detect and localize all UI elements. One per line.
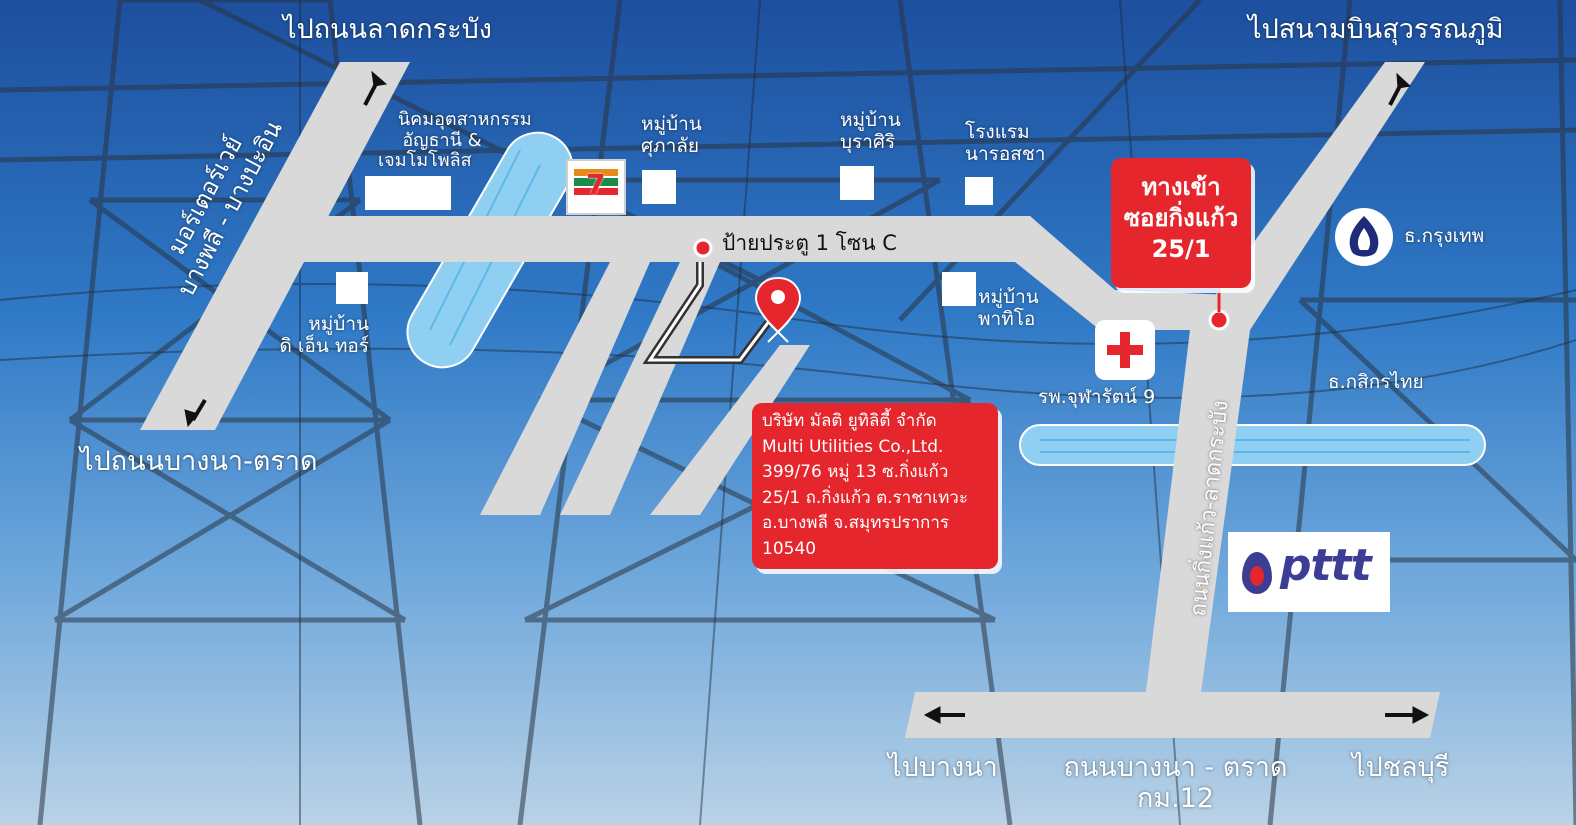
address-line2: Multi Utilities Co.,Ltd. (762, 436, 944, 457)
seven-eleven-logo: 7 (566, 159, 626, 215)
label-to-chonburi: ไปชลบุรี (1352, 752, 1450, 783)
label-to-lat-krabang: ไปถนนลาดกระบัง (283, 14, 492, 45)
road-bangna-trat (905, 692, 1440, 738)
label-industrial-line3: เจมโมโพลิส (378, 150, 472, 172)
canal-right (1019, 424, 1486, 466)
address-line5: อ.บางพลี จ.สมุทรปราการ (762, 513, 949, 533)
label-village-burasiri-line2: บุราศิริ (840, 130, 896, 153)
label-hospital: รพ.จุฬารัตน์ 9 (1038, 386, 1156, 408)
address-line3: 399/76 หมู่ 13 ซ.กิ่งแก้ว (762, 462, 949, 482)
village-burasiri-marker (840, 166, 874, 200)
village-sukalai-marker (642, 170, 676, 204)
village-dn-marker (336, 272, 368, 304)
label-village-pathio: หมู่บ้าน พาทิโอ (978, 286, 1039, 331)
entrance-line3: 25/1 (1151, 235, 1211, 264)
label-industrial-estate: นิคมอุตสาหกรรม อัญธานี & เจมโมโพลิส (378, 109, 532, 172)
entrance-line1: ทางเข้า (1141, 173, 1221, 201)
label-village-dn: หมู่บ้าน ดิ เอ็น ทอร์ (273, 313, 369, 358)
entrance-callout: ทางเข้า ซอยกิ่งแก้ว 25/1 (1111, 158, 1251, 288)
ptt-wordmark: pttt (1280, 540, 1372, 591)
village-pathio-marker (942, 272, 976, 306)
label-hotel: โรงแรม นารอสชา (965, 121, 1046, 166)
label-bangna-trat-line1: ถนนบางนา - ตราด (1063, 752, 1288, 783)
label-industrial-line2: อัญธานี & (402, 129, 482, 151)
gate-marker (693, 238, 713, 258)
label-village-sukalai-line2: ศุภาลัย (641, 134, 700, 157)
label-village-dn-line2: ดิ เอ็น ทอร์ (279, 334, 369, 357)
ptt-logo: pttt (1228, 532, 1390, 612)
label-village-burasiri-line1: หมู่บ้าน (840, 109, 901, 131)
hotel-marker (965, 177, 993, 205)
label-village-pathio-line2: พาทิโอ (978, 307, 1036, 330)
label-village-dn-line1: หมู่บ้าน (308, 313, 369, 335)
label-to-bangna-trat: ไปถนนบางนา-ตราด (80, 446, 318, 477)
label-to-bangna: ไปบางนา (888, 752, 998, 783)
label-bangkok-bank: ธ.กรุงเทพ (1404, 225, 1485, 247)
industrial-estate-marker (365, 176, 451, 210)
seven-eleven-mark: 7 (586, 168, 606, 201)
label-village-pathio-line1: หมู่บ้าน (978, 286, 1039, 308)
label-village-sukalai-line1: หมู่บ้าน (641, 113, 702, 135)
label-hotel-line1: โรงแรม (965, 121, 1030, 143)
location-map: 7 pttt ไปถนนลาดกระบัง ไปสนามบินสุวรรณภูม… (0, 0, 1576, 825)
bangkok-bank-lotus-icon (1335, 208, 1393, 266)
label-to-suvarnabhumi: ไปสนามบินสุวรรณภูมิ (1248, 14, 1504, 45)
address-line6: 10540 (762, 538, 817, 559)
entrance-marker (1208, 309, 1230, 331)
hospital-marker (1095, 320, 1155, 380)
label-industrial-line1: นิคมอุตสาหกรรม (397, 109, 532, 130)
label-gate: ป้ายประตู 1 โซน C (722, 231, 897, 255)
label-kasikorn-bank: ธ.กสิกรไทย (1328, 371, 1424, 393)
entrance-line2: ซอยกิ่งแก้ว (1123, 204, 1239, 233)
label-village-sukalai: หมู่บ้าน ศุภาลัย (641, 113, 702, 158)
label-bangna-trat-line2: กม.12 (1136, 783, 1215, 815)
address-line1: บริษัท มัลติ ยูทิลิตี้ จำกัด (762, 411, 937, 431)
address-line4: 25/1 ถ.กิ่งแก้ว ต.ราชาเทวะ (762, 487, 968, 508)
company-address-callout: บริษัท มัลติ ยูทิลิตี้ จำกัด Multi Utili… (752, 403, 998, 569)
label-village-burasiri: หมู่บ้าน บุราศิริ (840, 109, 901, 154)
label-bangna-trat-road: ถนนบางนา - ตราด กม.12 (1063, 752, 1288, 814)
label-hotel-line2: นารอสชา (965, 142, 1046, 165)
